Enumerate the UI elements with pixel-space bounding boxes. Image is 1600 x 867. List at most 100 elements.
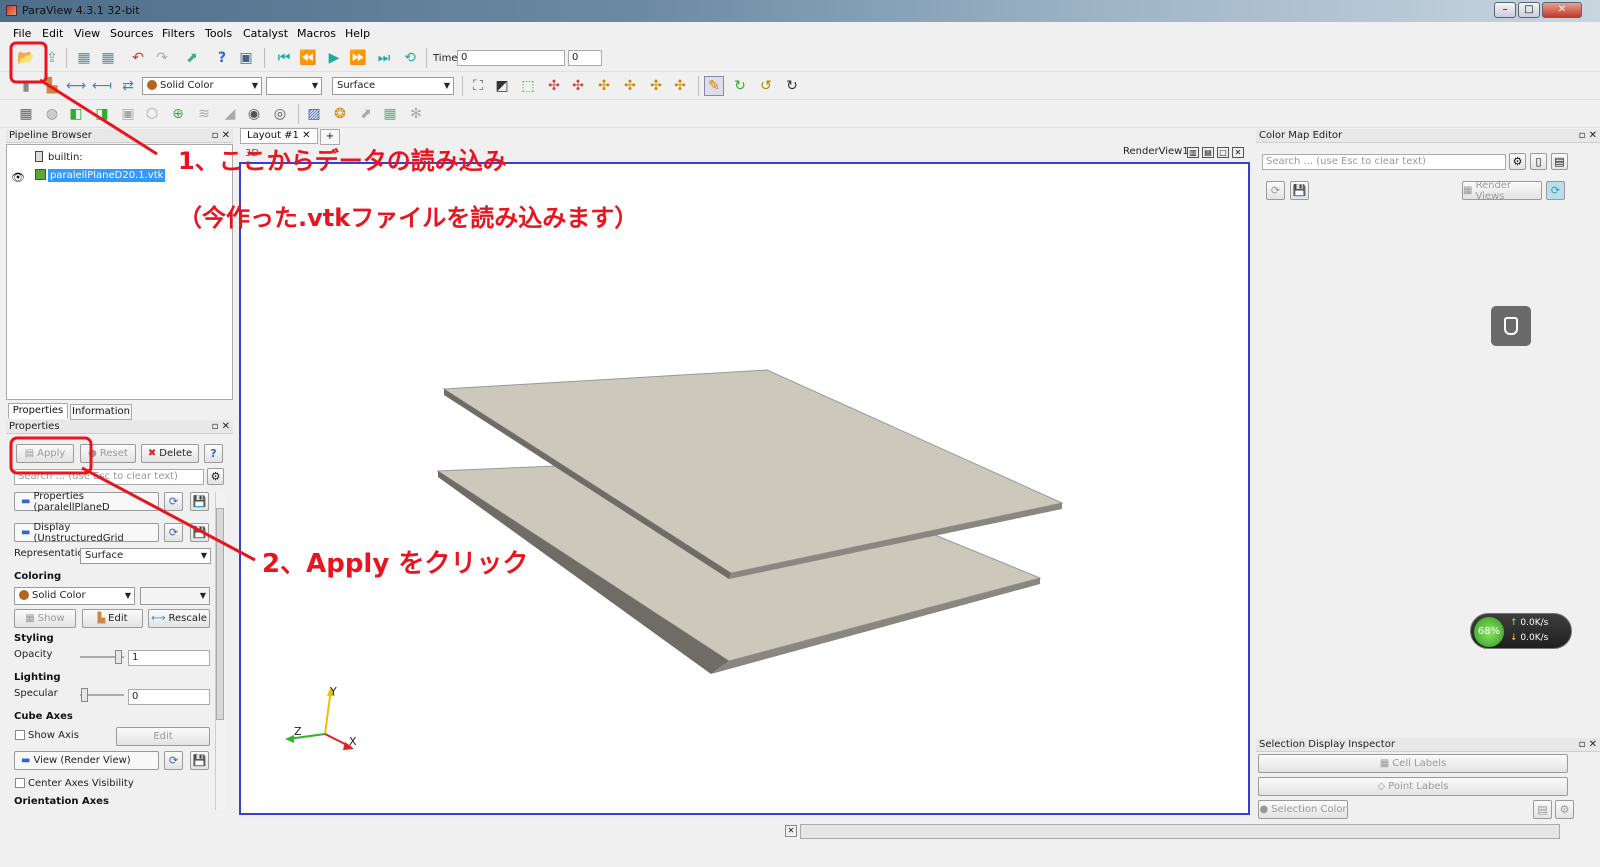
zoom-to-box-icon[interactable]: ⬚ (518, 76, 538, 96)
plot-over-line-icon[interactable]: ▨ (304, 104, 324, 124)
restore-defaults-icon[interactable]: ⟳ (164, 523, 183, 542)
interaction-mode-icon[interactable]: ✎ (704, 76, 724, 96)
menu-help[interactable]: Help (345, 27, 370, 40)
section-display-toggle[interactable]: ▬ Display (UnstructuredGrid (14, 522, 159, 544)
maximize-view-icon[interactable]: □ (1217, 147, 1229, 158)
close-window-button[interactable]: ✕ (1542, 2, 1582, 18)
pipeline-item-builtin[interactable]: builtin: (48, 152, 83, 163)
edit-colormap-button[interactable]: ▙ Edit (82, 609, 143, 628)
render-views-button[interactable]: ▦ Render Views (1462, 180, 1542, 202)
previous-frame-icon[interactable]: ⏪ (298, 48, 318, 68)
menu-view[interactable]: View (74, 27, 100, 40)
close-view-icon[interactable]: ✕ (1232, 147, 1244, 158)
slice-icon[interactable]: ◨ (92, 104, 112, 124)
extract-subset-icon[interactable]: ⬡ (142, 104, 162, 124)
first-frame-icon[interactable]: ⏮ (274, 48, 294, 68)
menu-file[interactable]: File (13, 27, 31, 40)
probe-icon[interactable]: ⬈ (356, 104, 376, 124)
loop-icon[interactable]: ⟲ (400, 48, 420, 68)
reset-button[interactable]: ● Reset (80, 444, 136, 463)
rotate-90-ccw-icon[interactable]: ↺ (756, 76, 776, 96)
stream-tracer-icon[interactable]: ≋ (194, 104, 214, 124)
maximize-button[interactable]: □ (1518, 2, 1540, 18)
connect-icon[interactable]: ⬈ (182, 48, 202, 68)
edit-colormap-icon[interactable]: ▮ (16, 76, 36, 96)
timestep-spinbox[interactable]: 0 (568, 50, 602, 66)
save-state-icon[interactable]: ▦ (74, 48, 94, 68)
minimize-button[interactable]: – (1494, 2, 1516, 18)
calculator-icon[interactable]: ▦ (16, 104, 36, 124)
close-tab-icon[interactable]: ✕ (302, 130, 310, 141)
cell-labels-button[interactable]: ▦ Cell Labels (1258, 754, 1568, 773)
view-plus-x-icon[interactable]: ✣ (544, 76, 564, 96)
opacity-input[interactable]: 1 (128, 650, 210, 666)
find-data-icon[interactable]: ▣ (236, 48, 256, 68)
glyph-icon[interactable]: ⊕ (168, 104, 188, 124)
component-select[interactable]: ▼ (266, 77, 322, 95)
colormap-save-icon[interactable]: ▤ (1551, 153, 1568, 170)
undock-close-icon[interactable]: ▫ ✕ (1579, 738, 1597, 752)
selection-color-button[interactable]: ● Selection Color (1258, 800, 1348, 819)
redo-icon[interactable]: ↷ (152, 48, 172, 68)
selection-gear-icon[interactable]: ⚙ (1555, 800, 1574, 819)
help-button[interactable]: ? (204, 444, 223, 463)
section-properties-toggle[interactable]: ▬ Properties (paralellPlaneD (14, 491, 159, 513)
histogram-icon[interactable]: ❂ (330, 104, 350, 124)
colormap-gear-icon[interactable]: ⚙ (1509, 153, 1526, 170)
undo-icon[interactable]: ↶ (128, 48, 148, 68)
menu-catalyst[interactable]: Catalyst (243, 27, 288, 40)
load-state-icon[interactable]: ▦ (98, 48, 118, 68)
undock-close-icon[interactable]: ▫ ✕ (212, 420, 230, 434)
colormap-lock-icon[interactable]: ▯ (1530, 153, 1547, 170)
specular-input[interactable]: 0 (128, 689, 210, 705)
extract-level-icon[interactable]: ◎ (270, 104, 290, 124)
colormap-search-input[interactable]: Search ... (use Esc to clear text) (1262, 154, 1506, 170)
rescale-button[interactable]: ⟷ Rescale (148, 609, 210, 628)
reset-camera-icon[interactable]: ⛶ (468, 76, 488, 96)
split-vertical-icon[interactable]: ▤ (1202, 147, 1214, 158)
open-file-icon[interactable]: 📂 (16, 48, 36, 68)
advanced-gear-icon[interactable]: ⚙ (207, 468, 224, 485)
cube-axes-edit-button[interactable]: Edit (116, 727, 210, 746)
particle-tracer-icon[interactable]: ✻ (406, 104, 426, 124)
save-defaults-icon[interactable]: 💾 (190, 492, 209, 511)
menu-tools[interactable]: Tools (205, 27, 232, 40)
properties-scrollbar-thumb[interactable] (216, 508, 224, 720)
restore-defaults-icon[interactable]: ⟳ (164, 492, 183, 511)
network-meter-widget[interactable]: 68% ↑ 0.0K/s ↓ 0.0K/s (1470, 613, 1572, 649)
section-view-toggle[interactable]: ▬ View (Render View) (14, 751, 159, 770)
color-by-select[interactable]: Solid Color ▼ (142, 77, 262, 95)
pick-center-icon[interactable]: ↻ (782, 76, 802, 96)
last-frame-icon[interactable]: ⏭ (374, 48, 394, 68)
show-scalar-bar-button[interactable]: ▦ Show (14, 609, 76, 628)
coloring-dropdown[interactable]: Solid Color ▼ (14, 587, 135, 605)
tab-properties[interactable]: Properties (8, 403, 68, 419)
representation-dropdown[interactable]: Surface ▼ (80, 548, 211, 564)
annotate-time-icon[interactable]: ▦ (380, 104, 400, 124)
save-defaults-icon[interactable]: 💾 (190, 751, 209, 770)
rotate-90-cw-icon[interactable]: ↻ (730, 76, 750, 96)
colormap-restore-icon[interactable]: ⟳ (1266, 181, 1285, 200)
save-data-icon[interactable]: ⇪ (42, 48, 62, 68)
specular-slider-handle[interactable] (81, 688, 88, 702)
play-icon[interactable]: ▶ (324, 48, 344, 68)
tab-information[interactable]: Information (70, 404, 132, 420)
view-minus-x-icon[interactable]: ✣ (568, 76, 588, 96)
opacity-slider-handle[interactable] (115, 650, 122, 664)
abort-icon[interactable]: ✕ (785, 825, 797, 837)
usb-tray-icon[interactable] (1491, 306, 1531, 346)
time-input[interactable]: 0 (457, 50, 565, 66)
scalar-bar-icon[interactable]: ⇄ (118, 76, 138, 96)
rescale-temporal-icon[interactable]: ⟻ (92, 76, 112, 96)
zoom-to-data-icon[interactable]: ◩ (492, 76, 512, 96)
view-plus-z-icon[interactable]: ✣ (646, 76, 666, 96)
save-defaults-icon[interactable]: 💾 (190, 523, 209, 542)
clip-icon[interactable]: ◧ (66, 104, 86, 124)
restore-defaults-icon[interactable]: ⟳ (164, 751, 183, 770)
selection-extra-icon[interactable]: ▤ (1533, 800, 1552, 819)
representation-select[interactable]: Surface ▼ (332, 77, 454, 95)
point-labels-button[interactable]: ◇ Point Labels (1258, 777, 1568, 796)
apply-button[interactable]: ▤ Apply (16, 444, 74, 463)
menu-filters[interactable]: Filters (162, 27, 195, 40)
warp-vector-icon[interactable]: ◢ (220, 104, 240, 124)
